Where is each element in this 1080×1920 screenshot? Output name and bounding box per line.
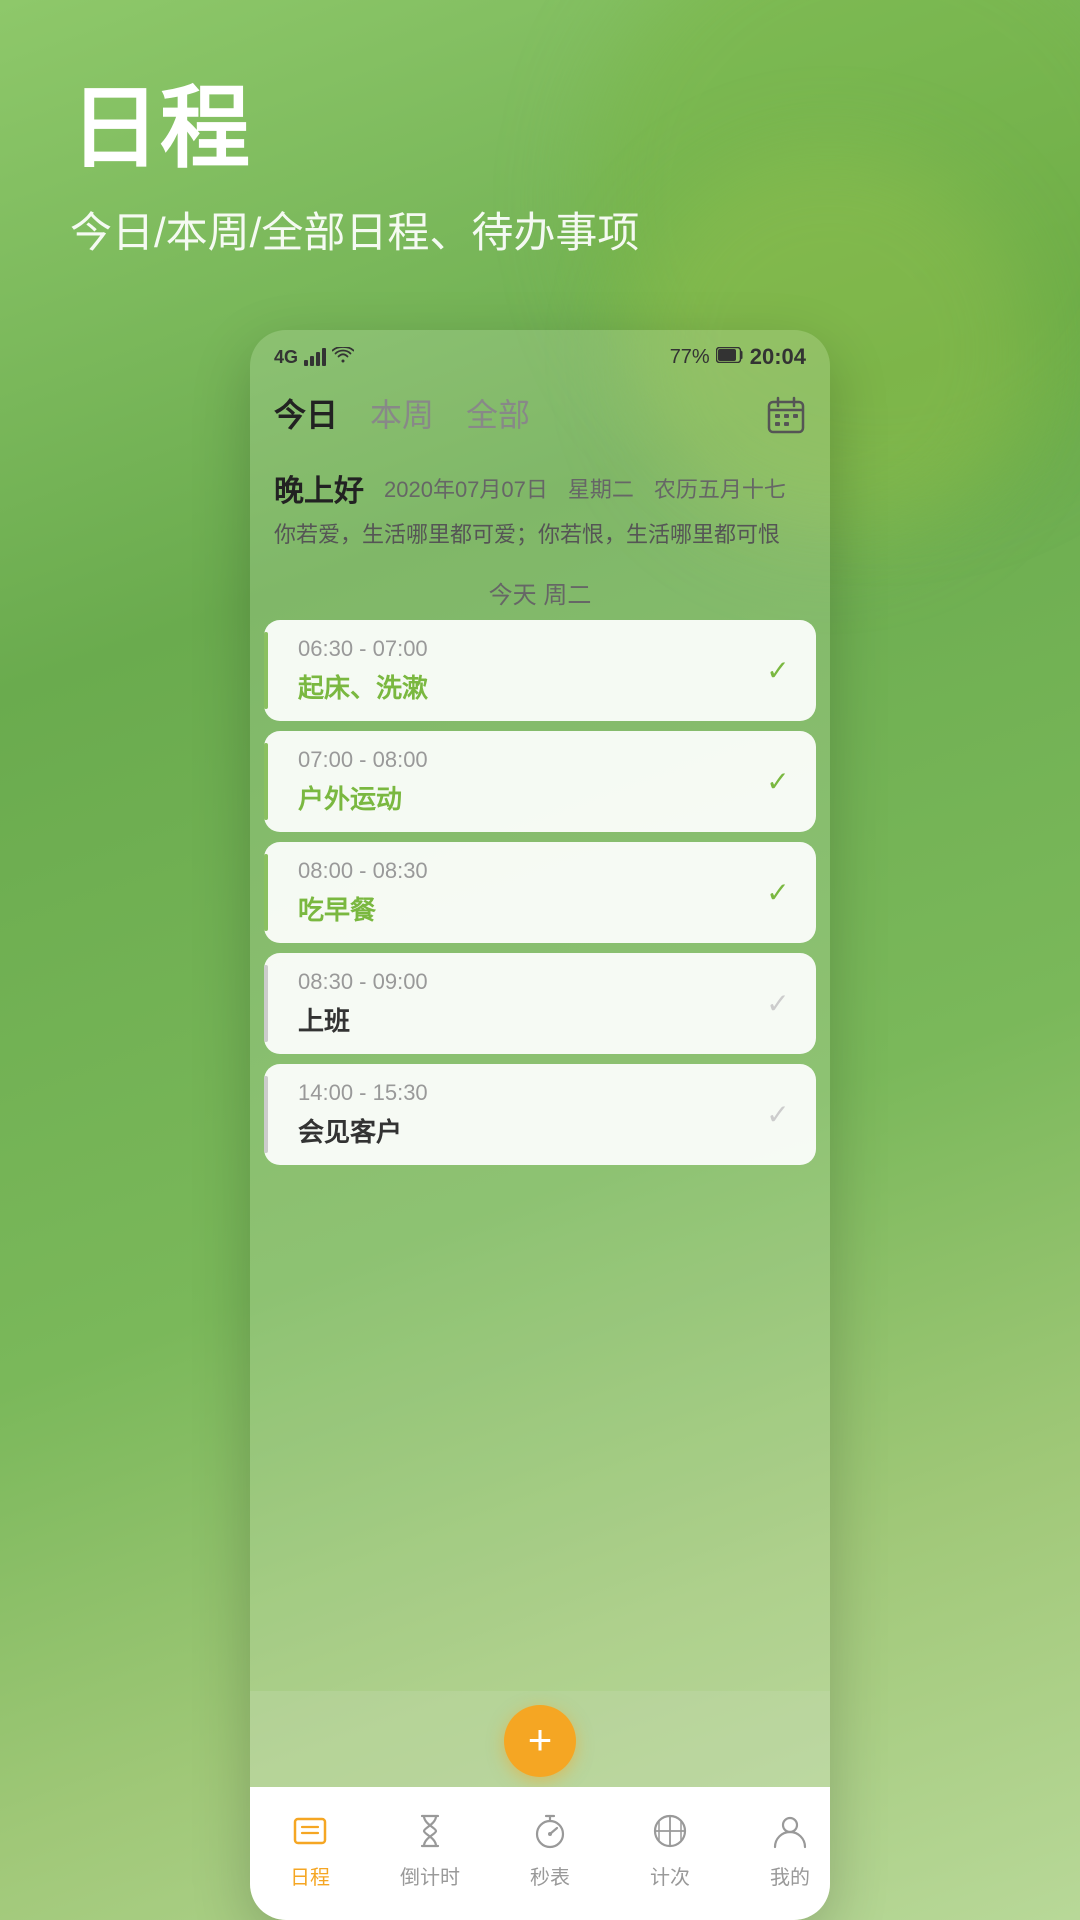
greeting-line: 晚上好 2020年07月07日 星期二 农历五月十七 <box>274 466 806 510</box>
schedule-time-1: 06:30 - 07:00 <box>298 636 760 662</box>
check-icon-grey: ✓ <box>766 1098 789 1131</box>
app-title: 日程 <box>70 80 1010 179</box>
signal-text: 4G <box>274 347 298 368</box>
schedule-time-2: 07:00 - 08:00 <box>298 747 760 773</box>
schedule-border-3 <box>264 854 268 931</box>
schedule-content-4: 08:30 - 09:00 上班 <box>284 969 760 1038</box>
phone-mockup: 4G 77% <box>250 330 830 1920</box>
stopwatch-icon <box>526 1807 574 1855</box>
schedule-border-4 <box>264 965 268 1042</box>
nav-label-schedule: 日程 <box>290 1861 330 1890</box>
schedule-content-5: 14:00 - 15:30 会见客户 <box>284 1080 760 1149</box>
check-icon-green: ✓ <box>766 654 789 687</box>
schedule-item[interactable]: 06:30 - 07:00 起床、洗漱 ✓ <box>264 620 816 721</box>
battery-icon <box>716 346 744 369</box>
schedule-content-2: 07:00 - 08:00 户外运动 <box>284 747 760 816</box>
wifi-icon <box>332 346 354 369</box>
schedule-check-4: ✓ <box>760 986 796 1022</box>
schedule-border-1 <box>264 632 268 709</box>
greeting-weekday: 星期二 <box>568 472 634 504</box>
schedule-content-3: 08:00 - 08:30 吃早餐 <box>284 858 760 927</box>
status-right: 77% 20:04 <box>670 344 806 370</box>
nav-item-profile[interactable]: 我的 <box>730 1807 830 1890</box>
tab-today[interactable]: 今日 <box>274 390 338 440</box>
nav-item-schedule[interactable]: 日程 <box>250 1807 370 1890</box>
schedule-check-3: ✓ <box>760 875 796 911</box>
time-display: 20:04 <box>750 344 806 370</box>
greeting-lunar: 农历五月十七 <box>654 472 786 504</box>
schedule-item[interactable]: 07:00 - 08:00 户外运动 ✓ <box>264 731 816 832</box>
nav-label-stopwatch: 秒表 <box>530 1861 570 1890</box>
greeting-text: 晚上好 <box>274 466 364 510</box>
check-icon-green: ✓ <box>766 765 789 798</box>
schedule-time-5: 14:00 - 15:30 <box>298 1080 760 1106</box>
schedule-check-5: ✓ <box>760 1097 796 1133</box>
greeting-section: 晚上好 2020年07月07日 星期二 农历五月十七 你若爱，生活哪里都可爱；你… <box>250 450 830 559</box>
today-label: 今天 周二 <box>250 559 830 620</box>
counter-icon <box>646 1807 694 1855</box>
fab-plus-icon: + <box>528 1719 553 1761</box>
schedule-time-4: 08:30 - 09:00 <box>298 969 760 995</box>
schedule-item[interactable]: 08:00 - 08:30 吃早餐 ✓ <box>264 842 816 943</box>
schedule-content-1: 06:30 - 07:00 起床、洗漱 <box>284 636 760 705</box>
schedule-list: 06:30 - 07:00 起床、洗漱 ✓ 07:00 - 08:00 户外运动… <box>250 620 830 1691</box>
schedule-title-1: 起床、洗漱 <box>298 668 760 705</box>
nav-label-profile: 我的 <box>770 1861 810 1890</box>
schedule-check-2: ✓ <box>760 764 796 800</box>
schedule-item[interactable]: 08:30 - 09:00 上班 ✓ <box>264 953 816 1054</box>
schedule-title-3: 吃早餐 <box>298 890 760 927</box>
tab-all[interactable]: 全部 <box>466 390 530 440</box>
nav-item-stopwatch[interactable]: 秒表 <box>490 1807 610 1890</box>
tab-week[interactable]: 本周 <box>370 390 434 440</box>
fab-container: + <box>250 1691 830 1787</box>
check-icon-green: ✓ <box>766 876 789 909</box>
schedule-title-5: 会见客户 <box>298 1112 760 1149</box>
check-icon-grey: ✓ <box>766 987 789 1020</box>
nav-item-counter[interactable]: 计次 <box>610 1807 730 1890</box>
schedule-check-1: ✓ <box>760 653 796 689</box>
nav-label-countdown: 倒计时 <box>400 1861 460 1890</box>
schedule-border-5 <box>264 1076 268 1153</box>
app-subtitle: 今日/本周/全部日程、待办事项 <box>70 199 1010 260</box>
schedule-item[interactable]: 14:00 - 15:30 会见客户 ✓ <box>264 1064 816 1165</box>
schedule-time-3: 08:00 - 08:30 <box>298 858 760 884</box>
bottom-nav: 日程 倒计时 <box>250 1787 830 1920</box>
status-left: 4G <box>274 346 354 369</box>
schedule-title-4: 上班 <box>298 1001 760 1038</box>
greeting-quote: 你若爱，生活哪里都可爱；你若恨，生活哪里都可恨 <box>274 518 806 551</box>
schedule-border-2 <box>264 743 268 820</box>
schedule-title-2: 户外运动 <box>298 779 760 816</box>
greeting-date: 2020年07月07日 <box>384 472 548 504</box>
signal-bars <box>304 348 326 366</box>
calendar-icon[interactable] <box>766 395 806 435</box>
hourglass-icon <box>406 1807 454 1855</box>
tab-bar: 今日 本周 全部 <box>250 380 830 450</box>
list-icon <box>286 1807 334 1855</box>
fab-add-button[interactable]: + <box>504 1705 576 1777</box>
nav-label-counter: 计次 <box>650 1861 690 1890</box>
status-bar: 4G 77% <box>250 330 830 380</box>
battery-percent: 77% <box>670 346 710 369</box>
profile-icon <box>766 1807 814 1855</box>
nav-item-countdown[interactable]: 倒计时 <box>370 1807 490 1890</box>
